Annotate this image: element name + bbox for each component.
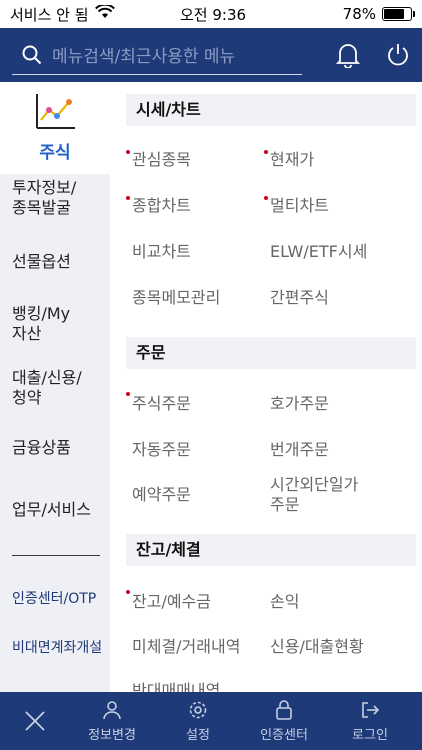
clock: 오전 9:36 xyxy=(180,5,247,24)
tab-label: 정보변경 xyxy=(88,727,136,743)
battery-icon xyxy=(382,7,415,21)
menu-item[interactable]: 관심종목 xyxy=(132,150,191,170)
bell-icon[interactable] xyxy=(335,42,361,72)
tab-label: 설정 xyxy=(186,727,210,743)
sidebar-divider xyxy=(12,555,100,556)
section-header: 주문 xyxy=(126,337,416,369)
menu-item[interactable]: 종목메모관리 xyxy=(132,288,220,308)
sidebar-item-label: 대출/신용/ 청약 xyxy=(12,368,82,407)
search-input[interactable]: 메뉴검색/최근사용한 메뉴 xyxy=(12,35,302,75)
tab-login[interactable]: 로그인 xyxy=(330,692,410,750)
lock-icon xyxy=(276,699,292,720)
menu-item[interactable]: 종합차트 xyxy=(132,196,191,216)
search-placeholder: 메뉴검색/최근사용한 메뉴 xyxy=(52,47,236,67)
menu-item[interactable]: 멀티차트 xyxy=(270,196,329,216)
tab-profile-edit[interactable]: 정보변경 xyxy=(72,692,152,750)
tab-settings[interactable]: 설정 xyxy=(158,692,238,750)
new-dot xyxy=(126,150,130,154)
menu-item[interactable]: ELW/ETF시세 xyxy=(270,242,367,262)
sidebar: 주식 투자정보/ 종목발굴 선물옵션 뱅킹/My 자산 대출/신용/ 청약 금융… xyxy=(0,82,110,692)
section-header: 시세/차트 xyxy=(126,94,416,126)
sidebar-item-label: 금융상품 xyxy=(12,438,71,457)
menu-item[interactable]: 예약주문 xyxy=(132,485,191,505)
sidebar-link-open-account[interactable]: 비대면계좌개설 xyxy=(12,637,102,657)
carrier-text: 서비스 안 됨 xyxy=(10,5,89,24)
tab-label: 로그인 xyxy=(352,727,388,743)
person-icon xyxy=(103,700,121,719)
tab-auth-center[interactable]: 인증센터 xyxy=(244,692,324,750)
sidebar-item-label: 뱅킹/My 자산 xyxy=(12,304,71,343)
wifi-icon xyxy=(94,3,115,23)
menu-item[interactable]: 번개주문 xyxy=(270,440,329,460)
bottom-tab-bar: 정보변경 설정 인증센터 로그인 xyxy=(0,692,422,750)
new-dot xyxy=(126,392,130,396)
menu-item[interactable]: 비교차트 xyxy=(132,242,191,262)
sidebar-item-financial-products[interactable]: 금융상품 xyxy=(12,438,104,458)
chart-icon xyxy=(36,94,75,129)
gear-icon xyxy=(189,701,207,718)
menu-item[interactable]: 자동주문 xyxy=(132,440,191,460)
menu-item[interactable]: 잔고/예수금 xyxy=(132,592,211,612)
tab-label: 인증센터 xyxy=(260,727,308,743)
menu-item[interactable]: 미체결/거래내역 xyxy=(132,637,240,657)
section-header: 잔고/체결 xyxy=(126,534,416,566)
sidebar-item-loan[interactable]: 대출/신용/ 청약 xyxy=(12,368,104,408)
battery-percent: 78% xyxy=(342,5,376,23)
sidebar-item-stocks[interactable]: 주식 xyxy=(0,82,110,174)
header: 메뉴검색/최근사용한 메뉴 xyxy=(0,28,422,82)
sidebar-item-label: 업무/서비스 xyxy=(12,500,91,519)
menu-item[interactable]: 간편주식 xyxy=(270,288,329,308)
menu-item[interactable]: 현재가 xyxy=(270,150,314,170)
new-dot xyxy=(264,196,268,200)
sidebar-item-label: 선물옵션 xyxy=(12,252,71,271)
sidebar-item-futures[interactable]: 선물옵션 xyxy=(12,252,104,272)
sidebar-item-services[interactable]: 업무/서비스 xyxy=(12,500,104,520)
menu-content: 시세/차트 관심종목 현재가 종합차트 멀티차트 비교차트 ELW/ETF시세 … xyxy=(110,82,422,692)
sidebar-item-banking[interactable]: 뱅킹/My 자산 xyxy=(12,304,104,344)
menu-item[interactable]: 주식주문 xyxy=(132,394,191,414)
menu-item[interactable]: 호가주문 xyxy=(270,394,329,414)
power-icon[interactable] xyxy=(386,42,410,72)
new-dot xyxy=(264,150,268,154)
sidebar-item-label: 주식 xyxy=(39,143,71,163)
menu-item[interactable]: 시간외단일가 주문 xyxy=(270,475,358,515)
sidebar-item-invest-info[interactable]: 투자정보/ 종목발굴 xyxy=(12,178,104,218)
menu-item[interactable]: 반대매매내역 xyxy=(132,681,220,692)
sidebar-item-label: 투자정보/ 종목발굴 xyxy=(12,178,77,217)
menu-item[interactable]: 신용/대출현황 xyxy=(270,637,364,657)
search-icon xyxy=(22,45,42,64)
new-dot xyxy=(126,590,130,594)
close-icon xyxy=(25,711,45,731)
login-icon xyxy=(362,701,380,718)
new-dot xyxy=(126,196,130,200)
menu-item[interactable]: 손익 xyxy=(270,592,299,612)
sidebar-link-auth-center[interactable]: 인증센터/OTP xyxy=(12,588,96,608)
status-bar: 서비스 안 됨 오전 9:36 78% xyxy=(0,0,422,28)
close-button[interactable] xyxy=(0,692,70,750)
